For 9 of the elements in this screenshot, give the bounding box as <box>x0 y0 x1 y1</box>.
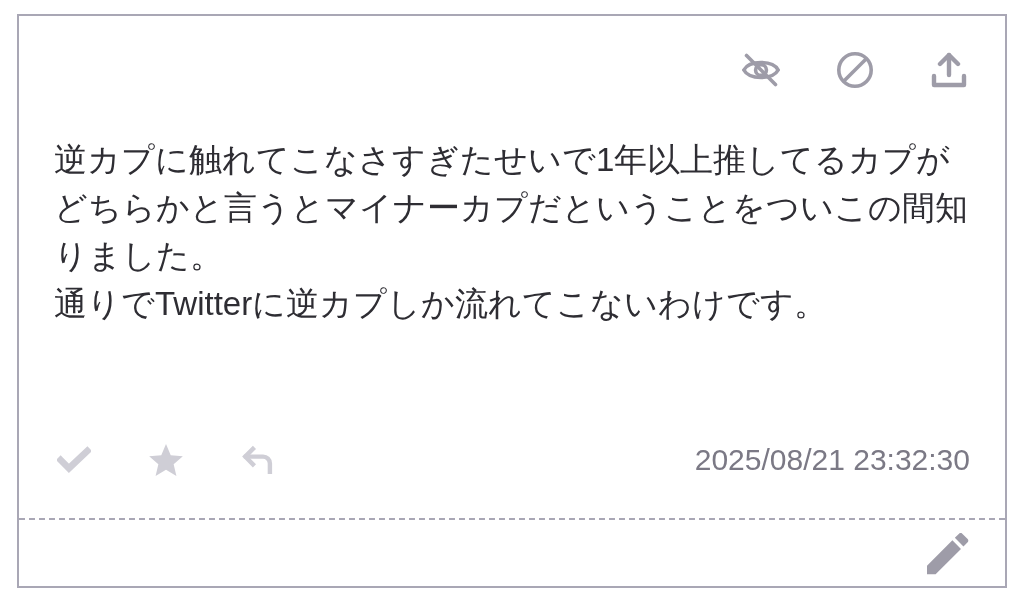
ban-icon[interactable] <box>836 52 874 88</box>
star-icon[interactable] <box>149 444 183 476</box>
crossed-eye-icon[interactable] <box>742 52 780 88</box>
post-text: 逆カプに触れてこなさすぎたせいで1年以上推してるカプがどちらかと言うとマイナーカプだということをついこの間知りました。 <box>54 140 969 276</box>
pencil-icon[interactable] <box>927 533 969 575</box>
post-text: 通りでTwitterに逆カプしか流れてこないわけです。 <box>54 284 829 324</box>
reply-arrow-icon[interactable] <box>241 444 275 476</box>
timestamp: 2025/08/21 23:32:30 <box>694 442 970 478</box>
upload-icon[interactable] <box>930 52 968 88</box>
